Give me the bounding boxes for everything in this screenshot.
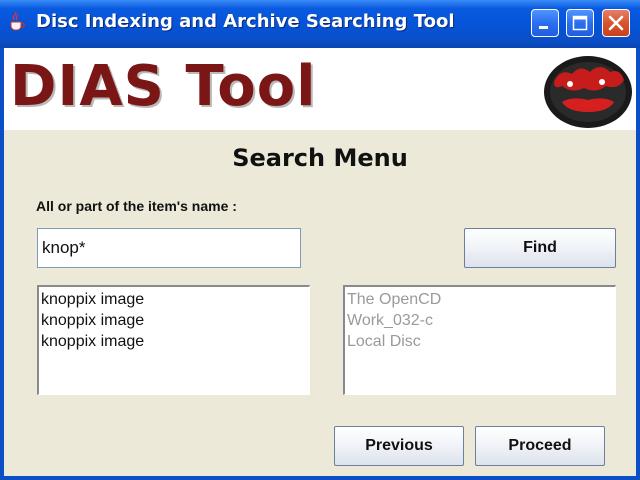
search-input[interactable] (37, 228, 301, 268)
locations-list[interactable]: The OpenCD Work_032-c Local Disc (343, 285, 616, 395)
title-bar[interactable]: Disc Indexing and Archive Searching Tool (0, 0, 640, 48)
window-frame-bottom (0, 476, 640, 480)
list-item[interactable]: knoppix image (41, 289, 307, 310)
window-title: Disc Indexing and Archive Searching Tool (36, 11, 455, 32)
previous-button[interactable]: Previous (334, 426, 464, 466)
window-frame-right (636, 48, 640, 480)
close-icon (608, 15, 624, 31)
find-button[interactable]: Find (464, 228, 616, 268)
list-item[interactable]: Work_032-c (347, 310, 613, 331)
results-list[interactable]: knoppix image knoppix image knoppix imag… (37, 285, 310, 395)
list-item[interactable]: knoppix image (41, 310, 307, 331)
minimize-icon (539, 26, 548, 29)
list-item[interactable]: The OpenCD (347, 289, 613, 310)
proceed-button[interactable]: Proceed (475, 426, 605, 466)
maximize-icon (572, 15, 588, 31)
search-label: All or part of the item's name : (36, 198, 237, 214)
java-cup-icon (8, 11, 26, 32)
dias-tool-logo (540, 52, 636, 130)
minimize-button[interactable] (531, 9, 559, 37)
app-banner: DIAS Tool (4, 48, 636, 130)
close-button[interactable] (602, 9, 630, 37)
brand-wordmark: DIAS Tool (10, 54, 317, 119)
list-item[interactable]: Local Disc (347, 331, 613, 352)
maximize-button[interactable] (566, 9, 594, 37)
list-item[interactable]: knoppix image (41, 331, 307, 352)
page-title: Search Menu (232, 144, 408, 172)
